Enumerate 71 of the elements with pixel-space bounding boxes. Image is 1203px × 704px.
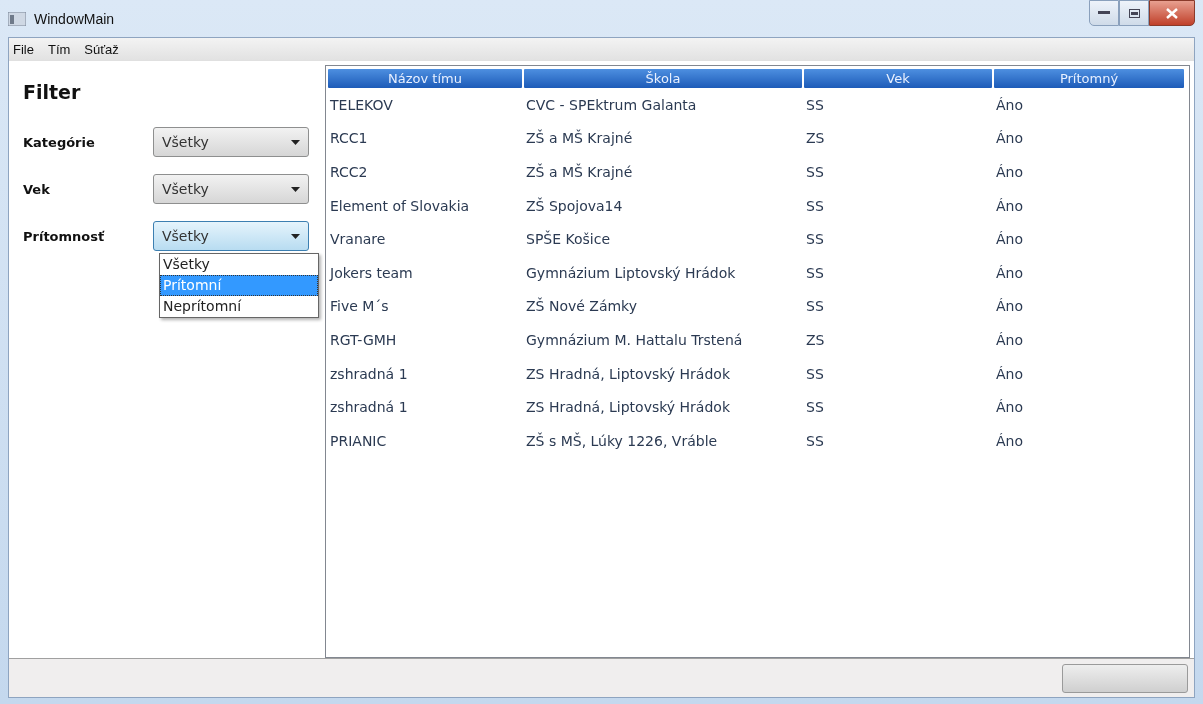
table-cell-text: Áno xyxy=(995,129,1024,149)
window-title: WindowMain xyxy=(34,10,115,27)
menu-item[interactable]: Tím xyxy=(47,41,71,57)
table-cell-text: zshradná 1 xyxy=(329,398,409,418)
table-cell-text: RCC2 xyxy=(329,163,369,182)
filter-label: Kategórie xyxy=(23,134,96,150)
table-cell-text: PRIANIC xyxy=(329,431,388,451)
column-header[interactable]: Vek xyxy=(804,69,992,88)
dropdown-option[interactable]: Všetky xyxy=(160,254,318,275)
filter-label: Prítomnosť xyxy=(23,228,106,244)
table-cell-text: SS xyxy=(805,297,825,317)
table-cell-text: SS xyxy=(805,398,825,418)
table-cell-text: Áno xyxy=(995,263,1024,283)
dropdown-option[interactable]: Neprítomní xyxy=(160,296,318,317)
table-cell-text: SS xyxy=(805,163,825,182)
column-header[interactable]: Prítomný xyxy=(994,69,1184,88)
table-cell-text: ZS Hradná, Liptovský Hrádok xyxy=(525,398,731,418)
table-cell-text: Áno xyxy=(995,364,1024,384)
filter-dropdown[interactable]: Všetky xyxy=(153,221,309,251)
caret-icon xyxy=(291,139,300,145)
filter-dropdown[interactable]: Všetky xyxy=(153,174,309,204)
table-cell-text: Áno xyxy=(995,196,1024,216)
maximize-button[interactable] xyxy=(1119,0,1149,26)
table-cell-text: SS xyxy=(805,196,825,216)
minimize-icon xyxy=(1098,11,1110,15)
menu-item[interactable]: Súťaž xyxy=(84,41,119,57)
table-cell-text: SS xyxy=(805,230,825,250)
table-cell-text: ZŠ a MŠ Krajné xyxy=(525,162,634,182)
table-cell-text: Áno xyxy=(995,230,1024,250)
column-header[interactable]: Škola xyxy=(524,69,802,88)
filter-dropdown[interactable]: Všetky xyxy=(153,127,309,157)
table-cell-text: Áno xyxy=(995,398,1024,418)
menu-item[interactable]: File xyxy=(13,41,34,57)
filter-label: Vek xyxy=(23,181,51,197)
table-cell-text: Element of Slovakia xyxy=(329,196,471,216)
table-cell-text: Áno xyxy=(995,431,1024,451)
table-cell-text: ZS xyxy=(805,129,826,149)
table-cell-text: RGT-GMH xyxy=(329,330,398,350)
table-cell-text: Gymnázium M. Hattalu Trstená xyxy=(525,330,744,350)
table-cell-text: SS xyxy=(805,431,825,451)
table-cell-text: RCC1 xyxy=(329,129,369,149)
table-cell-text: zshradná 1 xyxy=(329,364,409,384)
table-cell-text: Five M´s xyxy=(329,297,390,317)
table-cell-text: ZŠ s MŠ, Lúky 1226, Vráble xyxy=(525,431,719,451)
table-cell-text: SPŠE Košice xyxy=(525,229,612,250)
table-cell-text: ZŠ Spojova14 xyxy=(525,196,624,216)
maximize-icon xyxy=(1128,8,1140,18)
filter-title: Filter xyxy=(23,81,82,103)
table-cell-text: Áno xyxy=(995,297,1024,317)
caret-icon xyxy=(291,186,300,192)
table-cell-text: Gymnázium Liptovský Hrádok xyxy=(525,263,737,283)
table-cell-text: ZS Hradná, Liptovský Hrádok xyxy=(525,364,731,384)
close-button[interactable] xyxy=(1149,0,1195,26)
minimize-button[interactable] xyxy=(1089,0,1119,26)
table-cell-text: Áno xyxy=(995,163,1024,182)
app-icon xyxy=(8,11,26,26)
table-cell-text: Áno xyxy=(995,330,1024,350)
table-cell-text: ZŠ a MŠ Krajné xyxy=(525,128,634,149)
table-cell-text: CVC - SPEktrum Galanta xyxy=(525,95,698,115)
table-cell-text: ZŠ Nové Zámky xyxy=(525,296,638,317)
close-icon xyxy=(1166,7,1178,19)
table-cell-text: TELEKOV xyxy=(329,95,394,115)
column-header[interactable]: Názov tímu xyxy=(328,69,522,88)
caret-icon xyxy=(291,233,300,239)
table-cell-text: Áno xyxy=(995,95,1024,115)
table-cell-text: Jokers team xyxy=(328,263,414,283)
table-cell-text: SS xyxy=(805,364,825,384)
table-cell-text: SS xyxy=(805,95,825,115)
table-cell-text: SS xyxy=(805,263,825,283)
table-cell-text: Vranare xyxy=(329,230,387,250)
table-cell-text: ZS xyxy=(805,330,826,350)
